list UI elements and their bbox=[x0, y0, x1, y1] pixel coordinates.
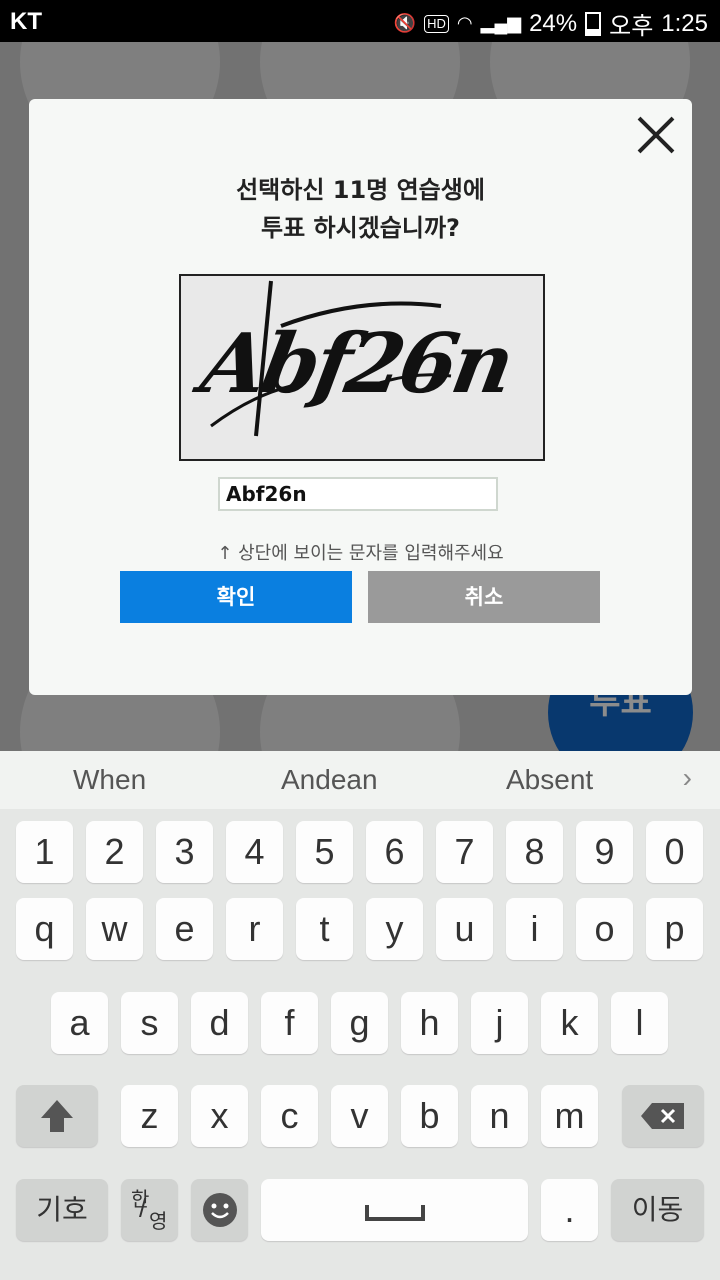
emoji-icon bbox=[202, 1193, 237, 1227]
key-x[interactable]: x bbox=[191, 1085, 248, 1147]
backspace-key[interactable] bbox=[622, 1085, 704, 1147]
key-7[interactable]: 7 bbox=[436, 821, 493, 883]
vote-confirm-dialog: 선택하신 11명 연습생에 투표 하시겠습니까? Abf26n Abf26n ↑… bbox=[29, 99, 692, 695]
cancel-button[interactable]: 취소 bbox=[368, 571, 600, 623]
key-c[interactable]: c bbox=[261, 1085, 318, 1147]
move-key[interactable]: 이동 bbox=[611, 1179, 704, 1241]
symbols-key[interactable]: 기호 bbox=[16, 1179, 108, 1241]
suggestion-item[interactable]: When bbox=[73, 764, 146, 796]
keyboard: 1 2 3 4 5 6 7 8 9 0 q w e r t y u i o p … bbox=[0, 809, 720, 1280]
key-f[interactable]: f bbox=[261, 992, 318, 1054]
confirm-button[interactable]: 확인 bbox=[120, 571, 352, 623]
space-key[interactable] bbox=[261, 1179, 528, 1241]
shift-key[interactable] bbox=[16, 1085, 98, 1147]
key-i[interactable]: i bbox=[506, 898, 563, 960]
signal-icon: ▂▄▆ bbox=[480, 13, 522, 33]
battery-icon bbox=[585, 11, 602, 36]
shift-arrow-icon bbox=[41, 1100, 73, 1132]
key-4[interactable]: 4 bbox=[226, 821, 283, 883]
key-9[interactable]: 9 bbox=[576, 821, 633, 883]
key-o[interactable]: o bbox=[576, 898, 633, 960]
mute-icon: 🔇 bbox=[393, 13, 417, 33]
chevron-right-icon[interactable]: › bbox=[683, 762, 692, 794]
key-m[interactable]: m bbox=[541, 1085, 598, 1147]
key-2[interactable]: 2 bbox=[86, 821, 143, 883]
key-e[interactable]: e bbox=[156, 898, 213, 960]
key-d[interactable]: d bbox=[191, 992, 248, 1054]
key-g[interactable]: g bbox=[331, 992, 388, 1054]
ampm-label: 오후 bbox=[609, 13, 654, 40]
space-icon bbox=[364, 1205, 425, 1221]
suggestion-bar: When Andean Absent › bbox=[0, 751, 720, 809]
key-3[interactable]: 3 bbox=[156, 821, 213, 883]
key-v[interactable]: v bbox=[331, 1085, 388, 1147]
key-a[interactable]: a bbox=[51, 992, 108, 1054]
key-q[interactable]: q bbox=[16, 898, 73, 960]
key-1[interactable]: 1 bbox=[16, 821, 73, 883]
key-t[interactable]: t bbox=[296, 898, 353, 960]
captcha-answer-input[interactable]: Abf26n bbox=[218, 477, 498, 511]
dialog-title: 선택하신 11명 연습생에 투표 하시겠습니까? bbox=[29, 171, 692, 247]
key-8[interactable]: 8 bbox=[506, 821, 563, 883]
key-6[interactable]: 6 bbox=[366, 821, 423, 883]
lang-english-label: 영 bbox=[149, 1211, 168, 1233]
key-r[interactable]: r bbox=[226, 898, 283, 960]
title-line-1: 선택하신 11명 연습생에 bbox=[236, 176, 485, 204]
key-b[interactable]: b bbox=[401, 1085, 458, 1147]
title-line-2: 투표 하시겠습니까? bbox=[261, 214, 460, 242]
key-s[interactable]: s bbox=[121, 992, 178, 1054]
key-h[interactable]: h bbox=[401, 992, 458, 1054]
captcha-hint: ↑ 상단에 보이는 문자를 입력해주세요 bbox=[217, 543, 504, 564]
lang-slash: / bbox=[139, 1193, 147, 1223]
key-u[interactable]: u bbox=[436, 898, 493, 960]
close-icon[interactable] bbox=[634, 113, 678, 157]
suggestion-item[interactable]: Absent bbox=[506, 764, 593, 796]
key-y[interactable]: y bbox=[366, 898, 423, 960]
captcha-image: Abf26n bbox=[179, 274, 545, 461]
emoji-key[interactable] bbox=[191, 1179, 248, 1241]
status-bar: KT 🔇 HD ◠ ▂▄▆ 24% 오후 1:25 bbox=[0, 0, 720, 42]
key-j[interactable]: j bbox=[471, 992, 528, 1054]
battery-percent: 24% bbox=[529, 9, 578, 37]
language-switch-key[interactable]: 한 / 영 bbox=[121, 1179, 178, 1241]
carrier-label: KT bbox=[10, 8, 42, 35]
key-w[interactable]: w bbox=[86, 898, 143, 960]
period-key[interactable]: . bbox=[541, 1179, 598, 1241]
clock: 1:25 bbox=[661, 9, 708, 37]
key-5[interactable]: 5 bbox=[296, 821, 353, 883]
backspace-icon bbox=[641, 1103, 684, 1129]
key-z[interactable]: z bbox=[121, 1085, 178, 1147]
key-0[interactable]: 0 bbox=[646, 821, 703, 883]
key-n[interactable]: n bbox=[471, 1085, 528, 1147]
captcha-text: Abf26n bbox=[194, 316, 518, 412]
wifi-icon: ◠ bbox=[456, 13, 473, 33]
suggestion-item[interactable]: Andean bbox=[281, 764, 378, 796]
hd-icon: HD bbox=[424, 14, 449, 33]
key-l[interactable]: l bbox=[611, 992, 668, 1054]
key-k[interactable]: k bbox=[541, 992, 598, 1054]
key-p[interactable]: p bbox=[646, 898, 703, 960]
